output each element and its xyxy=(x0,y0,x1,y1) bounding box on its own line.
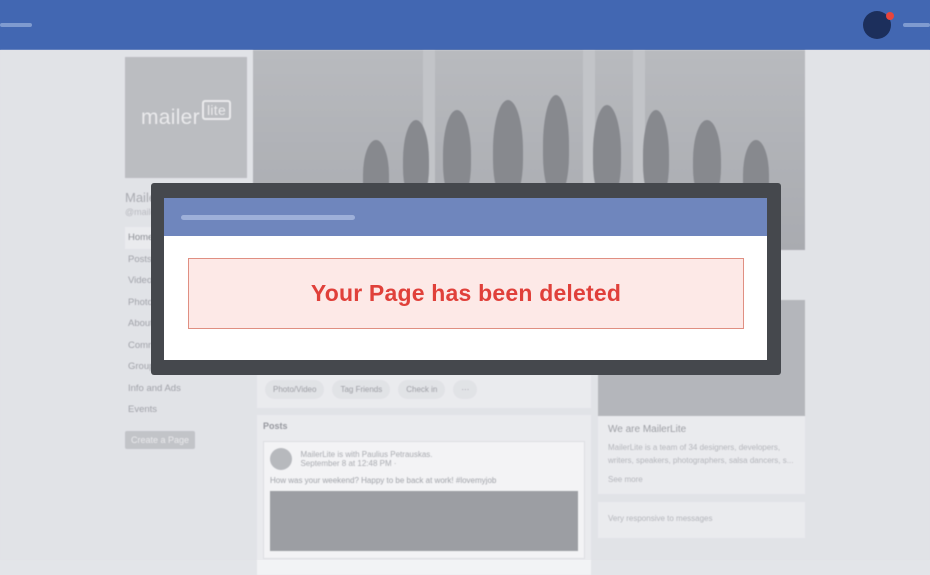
menu-placeholder-right xyxy=(903,23,930,27)
alert-message: Your Page has been deleted xyxy=(310,280,622,306)
dialog-title-placeholder xyxy=(181,215,355,220)
notification-dot-icon xyxy=(886,12,894,20)
deleted-page-dialog: Your Page has been deleted xyxy=(164,198,767,360)
dialog-header xyxy=(164,198,767,236)
top-navigation-bar xyxy=(0,0,930,50)
menu-placeholder-left xyxy=(0,23,32,27)
error-alert: Your Page has been deleted xyxy=(188,258,744,329)
